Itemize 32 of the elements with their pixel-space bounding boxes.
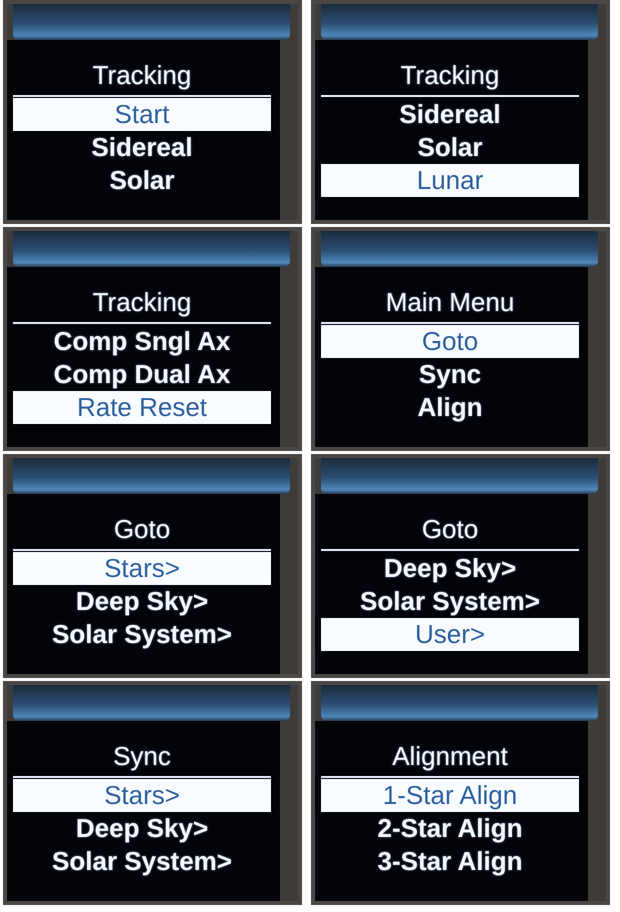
- menu-title: Tracking: [400, 60, 500, 90]
- menu-item[interactable]: Comp Sngl Ax: [13, 325, 271, 358]
- menu-title: Tracking: [92, 287, 192, 317]
- menu-item[interactable]: Stars>: [13, 779, 271, 812]
- menu-item[interactable]: Deep Sky>: [321, 552, 579, 585]
- menu-item[interactable]: Sidereal: [13, 131, 271, 164]
- menu-item[interactable]: Sidereal: [321, 98, 579, 131]
- menu-item[interactable]: Stars>: [13, 552, 271, 585]
- menu-item[interactable]: Goto: [321, 325, 579, 358]
- menu-item[interactable]: User>: [321, 618, 579, 651]
- menu-title: Tracking: [92, 60, 192, 90]
- menu-item[interactable]: 3-Star Align: [321, 845, 579, 878]
- menu-item[interactable]: Sync: [321, 358, 579, 391]
- menu-item[interactable]: Deep Sky>: [13, 585, 271, 618]
- menu-title: Main Menu: [384, 287, 516, 317]
- menu-item[interactable]: Deep Sky>: [13, 812, 271, 845]
- menu-item[interactable]: Start: [13, 98, 271, 131]
- menu-title: Goto: [420, 514, 480, 544]
- menu-item[interactable]: Rate Reset: [13, 391, 271, 424]
- menu-title: Sync: [112, 741, 172, 771]
- menu-item[interactable]: Solar System>: [13, 845, 271, 878]
- menu-item[interactable]: Solar System>: [321, 585, 579, 618]
- menu-item[interactable]: Solar: [321, 131, 579, 164]
- menu-item[interactable]: 2-Star Align: [321, 812, 579, 845]
- menu-item[interactable]: Lunar: [321, 164, 579, 197]
- menu-item[interactable]: Solar: [13, 164, 271, 197]
- menu-item[interactable]: Align: [321, 391, 579, 424]
- menu-item[interactable]: Solar System>: [13, 618, 271, 651]
- menu-title: Alignment: [391, 741, 509, 771]
- menu-item[interactable]: Comp Dual Ax: [13, 358, 271, 391]
- menu-title: Goto: [112, 514, 172, 544]
- menu-item[interactable]: 1-Star Align: [321, 779, 579, 812]
